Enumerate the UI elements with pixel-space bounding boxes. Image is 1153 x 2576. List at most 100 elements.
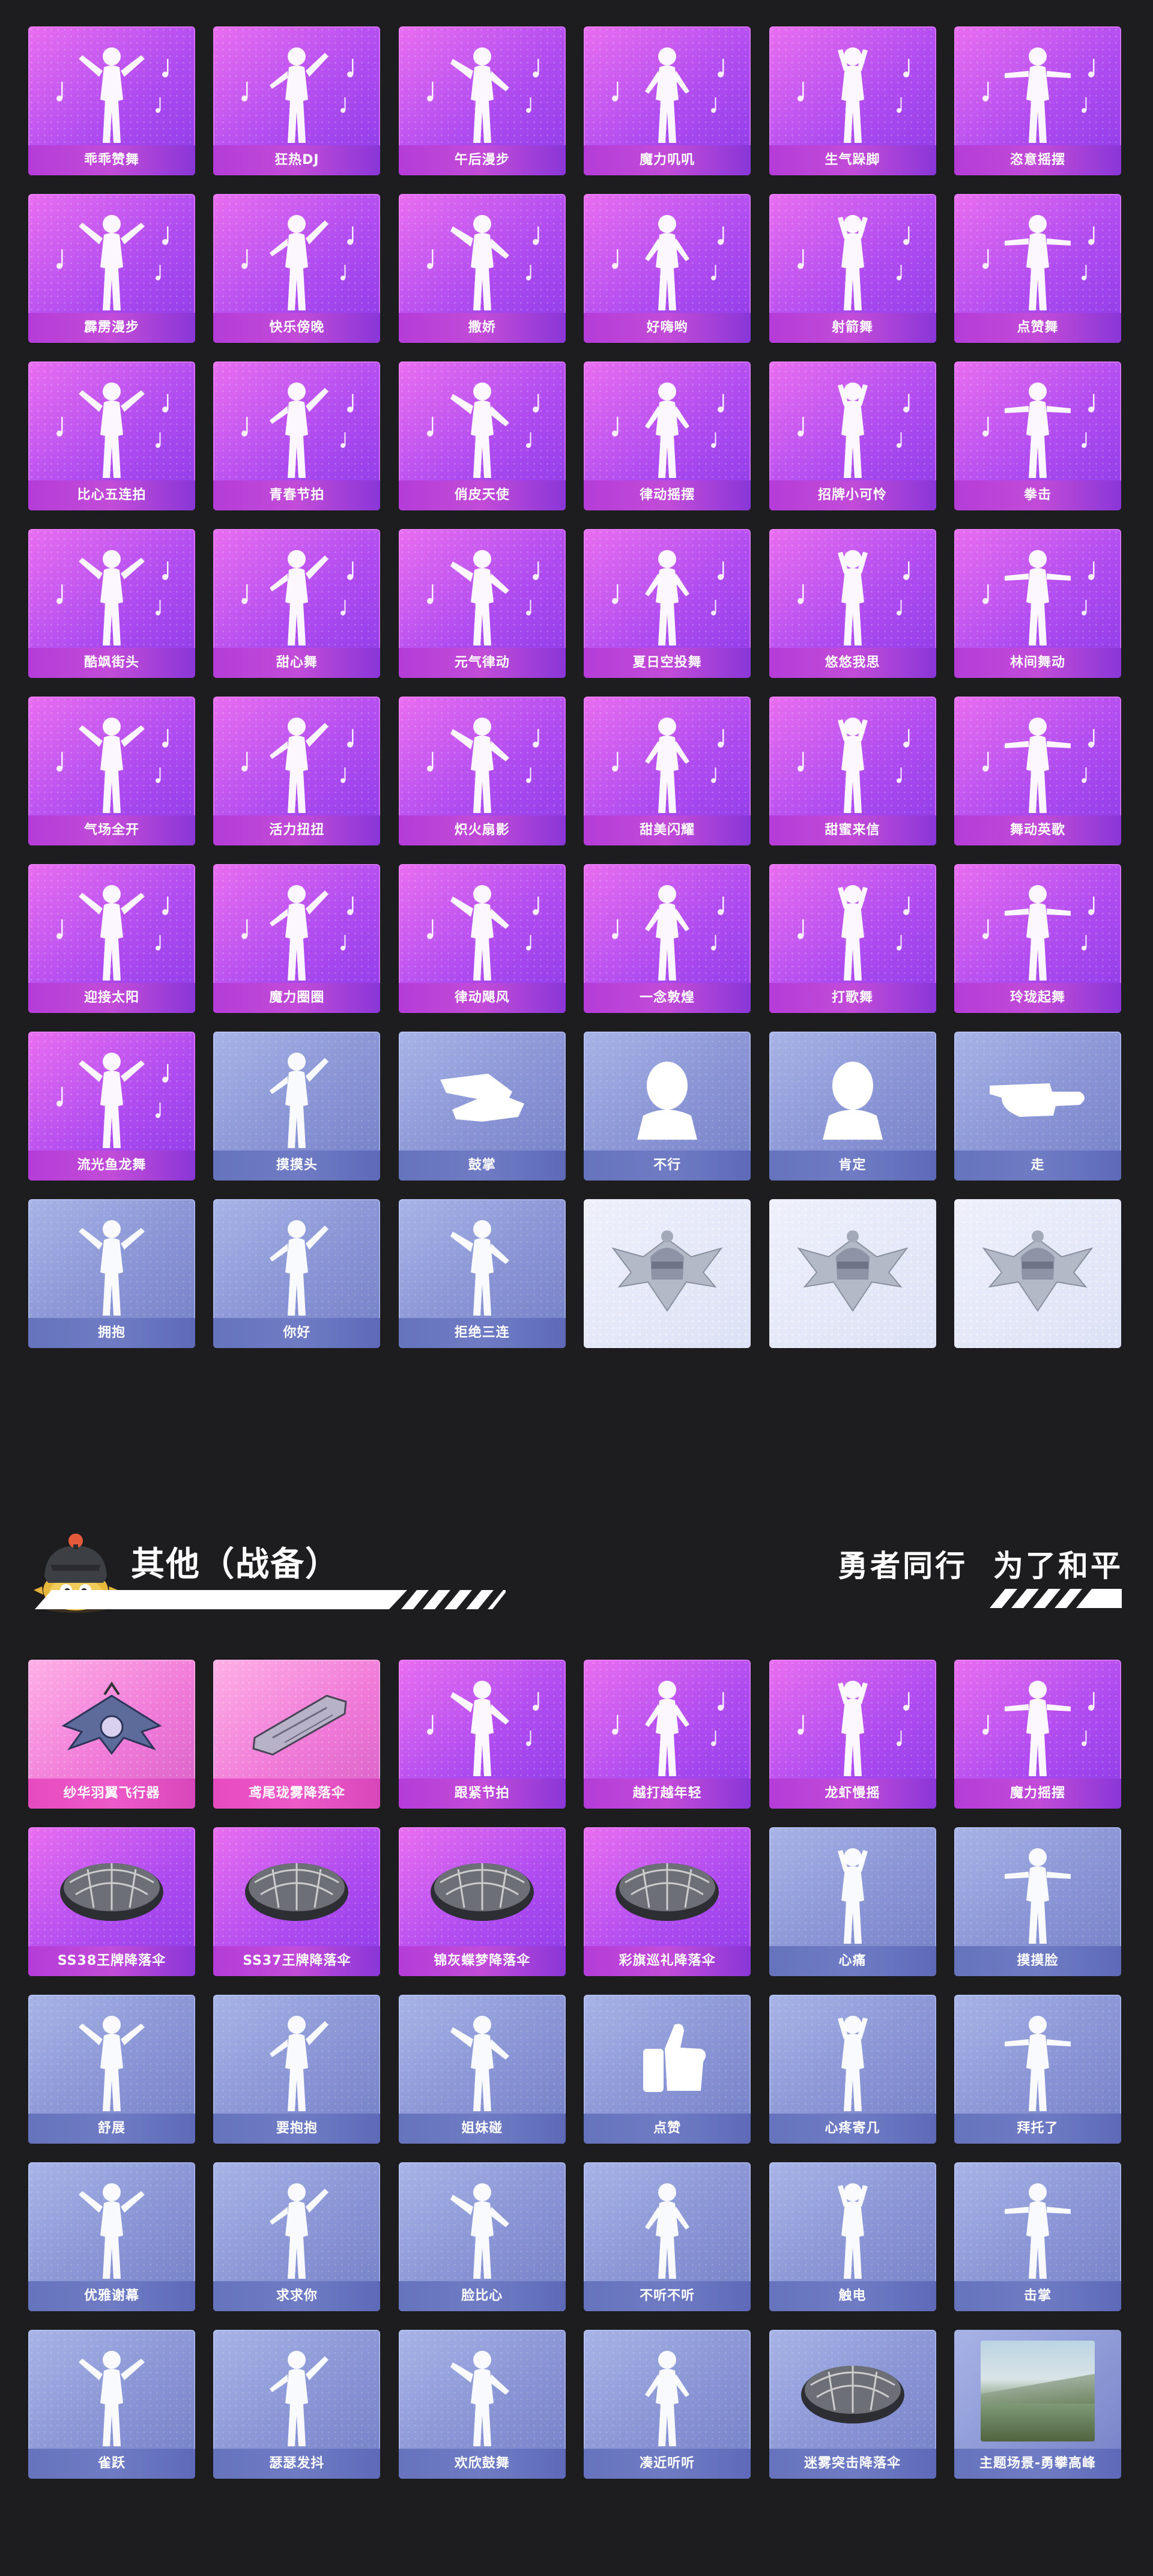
head-nod-icon (793, 1050, 913, 1140)
card-label: 生气跺脚 (769, 145, 936, 175)
card-label: 律动飓风 (398, 983, 566, 1013)
emote-card[interactable]: 舒展 (28, 1995, 195, 2144)
emote-card[interactable]: 彩旗巡礼降落伞 (584, 1827, 751, 1976)
emote-card[interactable]: 律动摇摆 (584, 361, 751, 510)
card-label: 锦灰蝶梦降落伞 (398, 1946, 566, 1976)
card-label: 玲珑起舞 (954, 983, 1121, 1013)
emote-card[interactable]: 你好 (213, 1199, 381, 1348)
emote-card[interactable]: 林间舞动 (954, 529, 1121, 678)
emote-card[interactable]: 不听不听 (584, 2162, 751, 2311)
dancer-figure-icon (246, 372, 348, 479)
emote-card[interactable]: 狂热DJ (213, 26, 381, 175)
emote-card[interactable]: 霹雳漫步 (28, 194, 195, 343)
emote-card[interactable]: 玲珑起舞 (954, 864, 1121, 1013)
emote-card[interactable]: 锦灰蝶梦降落伞 (398, 1827, 566, 1976)
emote-card[interactable]: 魔力叽叽 (584, 26, 751, 175)
emote-card[interactable]: 炽火扇影 (398, 697, 566, 845)
emote-card[interactable]: 生气跺脚 (769, 26, 936, 175)
emote-card[interactable]: 求求你 (213, 2162, 381, 2311)
parachute-canopy-icon (237, 1845, 357, 1935)
emote-card[interactable]: 撒娇 (398, 194, 566, 343)
emote-card[interactable]: 脸比心 (398, 2162, 566, 2311)
emote-card[interactable]: 跟紧节拍 (398, 1660, 566, 1809)
emote-card[interactable]: 悠悠我思 (769, 529, 936, 678)
emote-card[interactable]: 快乐傍晚 (213, 194, 381, 343)
emote-card[interactable]: 迷雾突击降落伞 (769, 2330, 936, 2479)
emote-card[interactable]: 甜心舞 (213, 529, 381, 678)
dancer-figure-icon (616, 1670, 718, 1777)
emote-card[interactable]: 龙虾慢摇 (769, 1660, 936, 1809)
emote-card[interactable]: 肯定 (769, 1032, 936, 1181)
emote-card[interactable]: 迎接太阳 (28, 864, 195, 1013)
emote-card[interactable]: 摸摸脸 (954, 1827, 1121, 1976)
emote-card[interactable]: 律动飓风 (398, 864, 566, 1013)
emote-card[interactable]: 主题场景-勇攀高峰 (954, 2330, 1121, 2479)
dancer-figure-icon (431, 875, 533, 982)
emote-card[interactable]: 拜托了 (954, 1995, 1121, 2144)
emote-card[interactable]: 要抱抱 (213, 1995, 381, 2144)
emote-card[interactable]: 魔力摇摆 (954, 1660, 1121, 1809)
emote-card[interactable]: 心痛 (769, 1827, 936, 1976)
emote-card[interactable]: 鼓掌 (398, 1032, 566, 1181)
emote-card[interactable]: 点赞舞 (954, 194, 1121, 343)
emote-card[interactable]: 气场全开 (28, 697, 195, 845)
emote-card[interactable]: 魔力圈圈 (213, 864, 381, 1013)
bubble-figure-icon (987, 707, 1089, 814)
emote-card[interactable]: 走 (954, 1032, 1121, 1181)
emote-card[interactable]: SS38王牌降落伞 (28, 1827, 195, 1976)
emote-card[interactable]: 好嗨哟 (584, 194, 751, 343)
locked-slot-card[interactable] (954, 1199, 1121, 1348)
emote-card[interactable]: 姐妹碰 (398, 1995, 566, 2144)
emote-card[interactable]: 打歌舞 (769, 864, 936, 1013)
emote-card[interactable]: 摸摸头 (213, 1032, 381, 1181)
emote-card[interactable]: 心疼寄几 (769, 1995, 936, 2144)
emote-card[interactable]: 拥抱 (28, 1199, 195, 1348)
dj-figure-icon (246, 37, 348, 144)
emote-card[interactable]: 瑟瑟发抖 (213, 2330, 381, 2479)
emote-grid-main: 乖乖赞舞 狂热DJ 午后漫步 魔力叽叽 生气跺脚 恣意摇摆 霹雳漫步 快乐傍晚 … (28, 26, 1121, 1348)
emote-card[interactable]: SS37王牌降落伞 (213, 1827, 381, 1976)
card-label: 甜心舞 (213, 648, 381, 678)
emote-card[interactable]: 优雅谢幕 (28, 2162, 195, 2311)
emote-card[interactable]: 不行 (584, 1032, 751, 1181)
emote-card[interactable]: 招牌小可怜 (769, 361, 936, 510)
emote-card[interactable]: 点赞 (584, 1995, 751, 2144)
emote-card[interactable]: 青春节拍 (213, 361, 381, 510)
locked-slot-card[interactable] (584, 1199, 751, 1348)
dancer-figure-icon (246, 205, 348, 312)
card-label: 拜托了 (954, 2114, 1121, 2144)
emote-card[interactable]: 午后漫步 (398, 26, 566, 175)
emote-card[interactable]: 欢欣鼓舞 (398, 2330, 566, 2479)
locked-slot-card[interactable] (769, 1199, 936, 1348)
emote-card[interactable]: 流光鱼龙舞 (28, 1032, 195, 1181)
emote-card[interactable]: 元气律动 (398, 529, 566, 678)
cross-arms-figure-icon (431, 1210, 533, 1317)
emote-card[interactable]: 舞动英歌 (954, 697, 1121, 845)
emote-card[interactable]: 比心五连拍 (28, 361, 195, 510)
card-label: 脸比心 (398, 2281, 566, 2311)
card-label: 霹雳漫步 (28, 313, 195, 343)
emote-card[interactable]: 乖乖赞舞 (28, 26, 195, 175)
emote-card[interactable]: 纱华羽翼飞行器 (28, 1660, 195, 1809)
emote-card[interactable]: 越打越年轻 (584, 1660, 751, 1809)
emote-card[interactable]: 凑近听听 (584, 2330, 751, 2479)
emote-card[interactable]: 触电 (769, 2162, 936, 2311)
emote-card[interactable]: 俏皮天使 (398, 361, 566, 510)
card-label: 摸摸头 (213, 1150, 381, 1181)
emote-card[interactable]: 甜美闪耀 (584, 697, 751, 845)
emote-card[interactable]: 射箭舞 (769, 194, 936, 343)
emote-card[interactable]: 拳击 (954, 361, 1121, 510)
emote-card[interactable]: 活力扭扭 (213, 697, 381, 845)
card-label: 越打越年轻 (584, 1779, 751, 1809)
touch-face-figure-icon (987, 1838, 1089, 1945)
emote-card[interactable]: 鸢尾珑雾降落伞 (213, 1660, 381, 1809)
emote-card[interactable]: 击掌 (954, 2162, 1121, 2311)
emote-card[interactable]: 酷飒街头 (28, 529, 195, 678)
emote-card[interactable]: 恣意摇摆 (954, 26, 1121, 175)
emote-card[interactable]: 拒绝三连 (398, 1199, 566, 1348)
emote-card[interactable]: 夏日空投舞 (584, 529, 751, 678)
emote-card[interactable]: 甜蜜来信 (769, 697, 936, 845)
emote-card[interactable]: 一念敦煌 (584, 864, 751, 1013)
card-label: 优雅谢幕 (28, 2281, 195, 2311)
emote-card[interactable]: 雀跃 (28, 2330, 195, 2479)
